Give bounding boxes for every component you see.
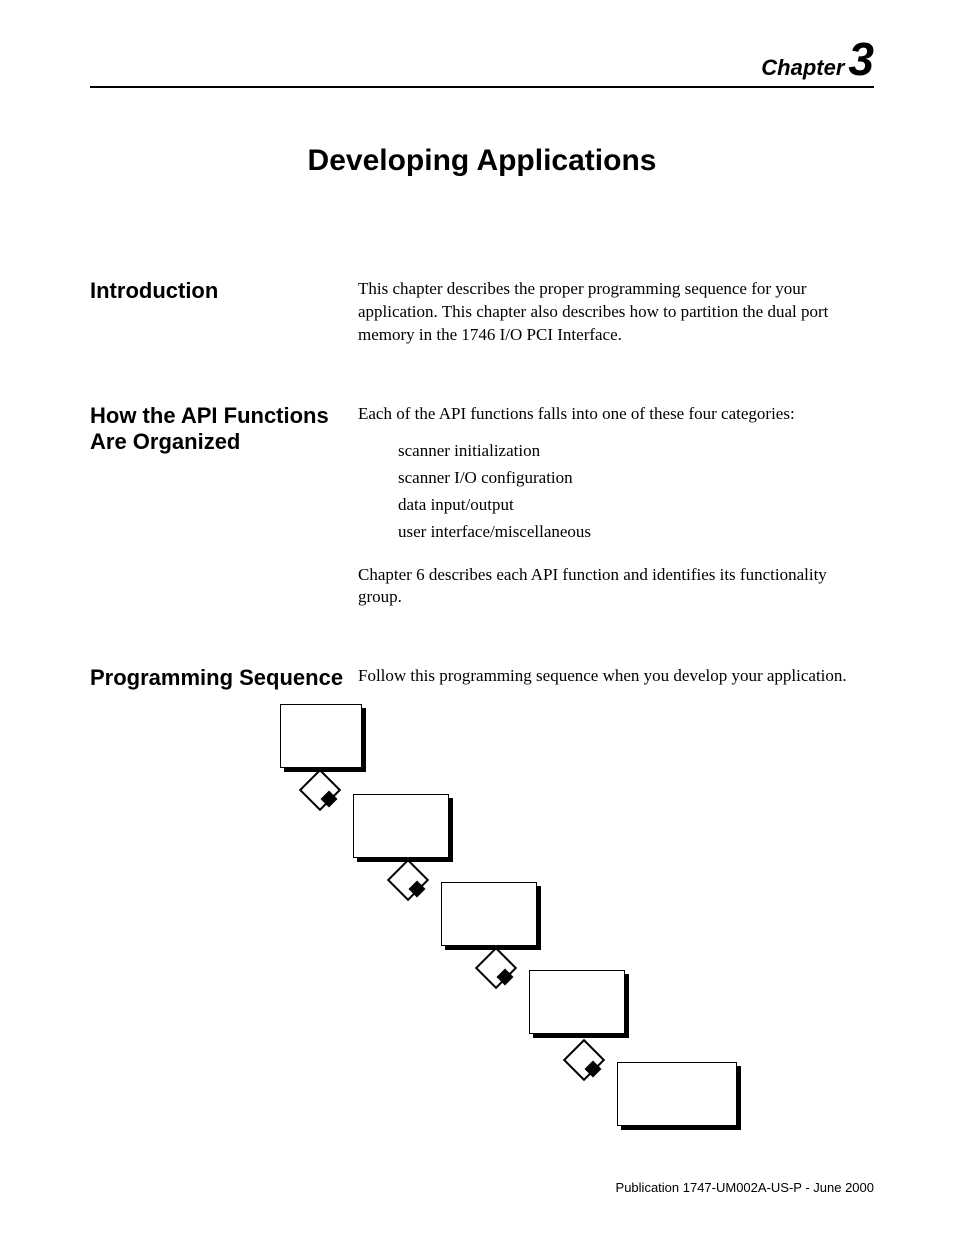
api-tail-text: Chapter 6 describes each API function an… [358,564,874,610]
chapter-number: 3 [848,33,874,85]
page-title: Developing Applications [90,144,874,178]
chapter-header: Chapter3 [90,36,874,82]
heading-programming-sequence: Programming Sequence [90,665,358,691]
section-api-functions: How the API Functions Are Organized Each… [90,403,874,610]
heading-introduction: Introduction [90,278,358,304]
list-item: data input/output [398,494,874,517]
section-introduction: Introduction This chapter describes the … [90,278,874,347]
api-category-list: scanner initialization scanner I/O confi… [358,440,874,544]
heading-api-functions: How the API Functions Are Organized [90,403,358,456]
body-api-functions: Each of the API functions falls into one… [358,403,874,610]
body-programming-sequence: Follow this programming sequence when yo… [358,665,874,688]
flowchart-diagram [280,704,874,1144]
list-item: scanner initialization [398,440,874,463]
api-lead-text: Each of the API functions falls into one… [358,403,874,426]
publication-footer: Publication 1747-UM002A-US-P - June 2000 [616,1180,874,1195]
chapter-label: Chapter [761,55,844,80]
list-item: user interface/miscellaneous [398,521,874,544]
header-rule [90,86,874,88]
section-programming-sequence: Programming Sequence Follow this program… [90,665,874,691]
body-introduction: This chapter describes the proper progra… [358,278,874,347]
list-item: scanner I/O configuration [398,467,874,490]
